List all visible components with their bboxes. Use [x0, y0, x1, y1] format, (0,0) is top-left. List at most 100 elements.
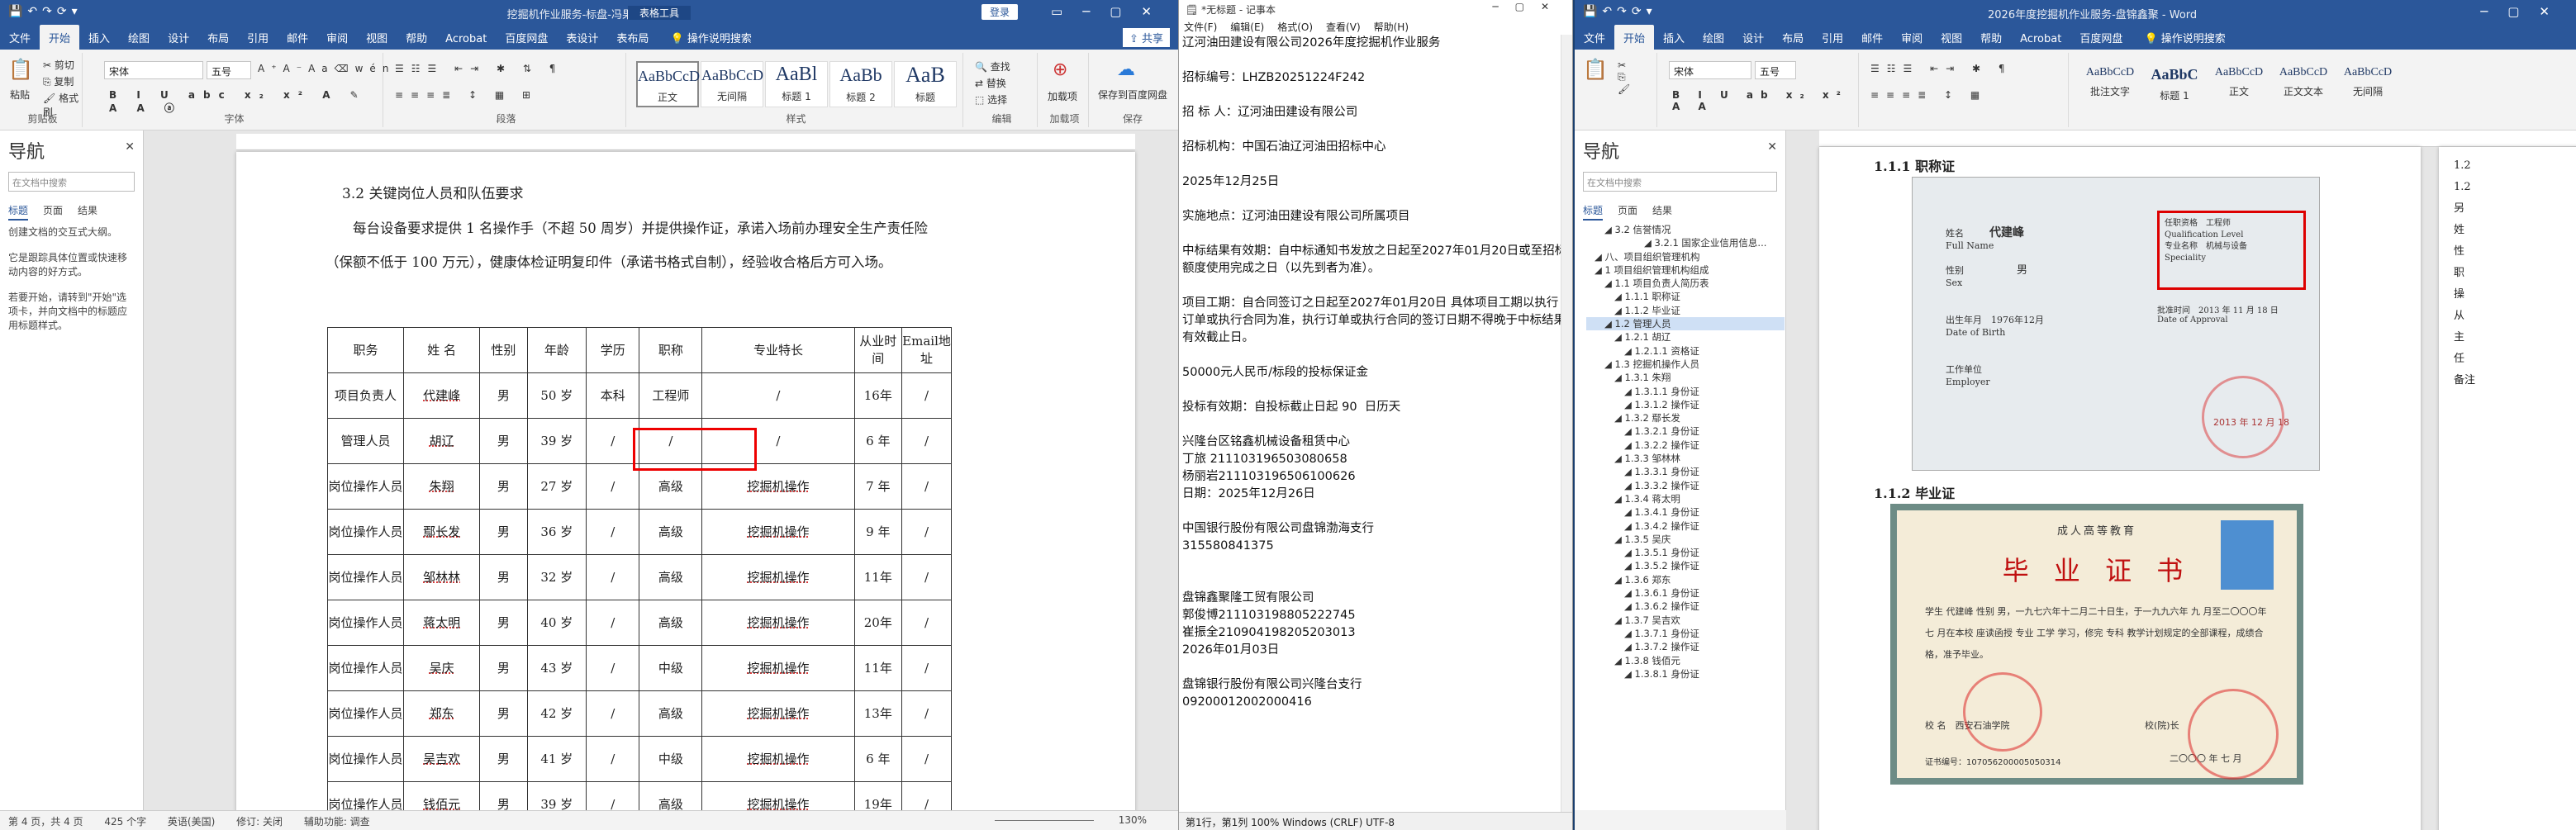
table-cell[interactable]: 高级: [639, 509, 703, 555]
table-cell[interactable]: 男: [479, 554, 528, 600]
table-cell[interactable]: 男: [479, 463, 528, 510]
tree-item[interactable]: ◢ 1.3.2.2 操作证: [1586, 439, 1785, 452]
tree-item[interactable]: ◢ 1.3.8 钱佰元: [1586, 654, 1785, 667]
table-cell[interactable]: 蒋太明: [403, 600, 481, 646]
menu-help[interactable]: 帮助(H): [1374, 21, 1409, 33]
table-cell[interactable]: 高级: [639, 554, 703, 600]
table-cell[interactable]: 郑东: [403, 690, 481, 737]
table-cell[interactable]: 11年: [853, 554, 903, 600]
tab2-baidu[interactable]: 百度网盘: [2070, 25, 2132, 50]
notepad-window-controls[interactable]: ─▢✕: [1492, 1, 1566, 12]
table-cell[interactable]: /: [585, 690, 640, 737]
tree-item[interactable]: ◢ 1.2.1 胡辽: [1586, 330, 1785, 344]
font-size-select-2[interactable]: 五号: [1755, 61, 1796, 79]
table-cell[interactable]: 男: [479, 645, 528, 691]
table-cell[interactable]: 鄢长发: [403, 509, 481, 555]
tab-draw[interactable]: 绘图: [119, 25, 159, 50]
font-name-select[interactable]: 宋体: [104, 61, 203, 79]
table-cell[interactable]: 管理人员: [326, 418, 405, 464]
tree-item[interactable]: ◢ 1.3.3.1 身份证: [1586, 465, 1785, 478]
table-cell[interactable]: 项目负责人: [326, 372, 405, 419]
status-accessibility[interactable]: 辅助功能: 调查: [304, 816, 370, 828]
status-zoom[interactable]: 130%: [1119, 814, 1147, 826]
status-page[interactable]: 第 4 页，共 4 页: [8, 816, 83, 828]
tree-item[interactable]: ◢ 1.2.1.1 资格证: [1586, 344, 1785, 358]
tab2-design[interactable]: 设计: [1733, 25, 1773, 50]
status-track-changes[interactable]: 修订: 关闭: [236, 816, 283, 828]
table-cell[interactable]: /: [901, 736, 952, 782]
table-cell[interactable]: 挖掘机操作: [701, 645, 855, 691]
cloud-icon[interactable]: ☁: [1117, 59, 1135, 80]
tree-item[interactable]: ◢ 1.1 项目负责人简历表: [1586, 277, 1785, 290]
table-cell[interactable]: 朱翔: [403, 463, 481, 510]
table-cell[interactable]: 学历: [585, 327, 640, 373]
clipboard-buttons-2[interactable]: ✂ ⎘ 🖌: [1618, 59, 1632, 95]
window-controls-2[interactable]: ─▢✕: [2480, 4, 2569, 19]
table-cell[interactable]: 从业时间: [853, 327, 903, 373]
menu-edit[interactable]: 编辑(E): [1230, 21, 1264, 33]
tab2-references[interactable]: 引用: [1813, 25, 1852, 50]
tree-item[interactable]: ◢ 1.3.2.1 身份证: [1586, 424, 1785, 438]
tab-baidu[interactable]: 百度网盘: [496, 25, 557, 50]
table-cell[interactable]: 20年: [853, 600, 903, 646]
tree-item[interactable]: ◢ 1.3.4.1 身份证: [1586, 505, 1785, 519]
table-cell[interactable]: 42 岁: [526, 690, 587, 737]
table-cell[interactable]: 职务: [326, 327, 405, 373]
style-normal[interactable]: AaBbCcD 正文: [636, 61, 700, 107]
table-cell[interactable]: 代建峰: [403, 372, 481, 419]
table-cell[interactable]: 姓 名: [403, 327, 481, 373]
tab-references[interactable]: 引用: [238, 25, 278, 50]
tree-item[interactable]: ◢ 1.3.3 邹林林: [1586, 452, 1785, 465]
nav-tab-pages[interactable]: 页面: [43, 205, 63, 219]
paste-icon-2[interactable]: 📋: [1583, 58, 1608, 81]
tree-item[interactable]: ◢ 1.3.4.2 操作证: [1586, 519, 1785, 533]
table-cell[interactable]: 职称: [639, 327, 703, 373]
table-cell[interactable]: 年龄: [526, 327, 587, 373]
tree-item[interactable]: ◢ 1.3.7.2 操作证: [1586, 640, 1785, 653]
table-cell[interactable]: 工程师: [639, 372, 703, 419]
style2-comment[interactable]: AaBbCcD 批注文字: [2079, 61, 2141, 107]
tree-item[interactable]: ◢ 1.3.1.1 身份证: [1586, 385, 1785, 398]
document-page[interactable]: 3.2 关键岗位人员和队伍要求 每台设备要求提供 1 名操作手（不超 50 周岁…: [236, 152, 1135, 828]
nav2-tab-headings[interactable]: 标题: [1583, 205, 1604, 221]
tab2-home[interactable]: 开始: [1614, 25, 1655, 50]
table-cell[interactable]: 40 岁: [526, 600, 587, 646]
nav2-tab-results[interactable]: 结果: [1652, 205, 1672, 219]
tree-item[interactable]: ◢ 1.3.6 郑东: [1586, 573, 1785, 586]
tab-mailings[interactable]: 邮件: [278, 25, 317, 50]
table-cell[interactable]: 50 岁: [526, 372, 587, 419]
tree-item[interactable]: ◢ 1.2 管理人员: [1586, 317, 1785, 331]
replace-button[interactable]: ⇄ 替换: [975, 76, 1006, 90]
table-cell[interactable]: /: [585, 509, 640, 555]
table-cell[interactable]: 13年: [853, 690, 903, 737]
tree-item[interactable]: ◢ 1.3.3.2 操作证: [1586, 479, 1785, 492]
style-no-spacing[interactable]: AaBbCcD 无间隔: [701, 61, 763, 107]
document-area-2[interactable]: 1.1.1 职称证 姓名 代建峰 Full Name 性别男 Sex 出生年月 …: [1786, 130, 2576, 830]
tree-item[interactable]: ◢ 1.3.4 蒋太明: [1586, 492, 1785, 505]
table-cell[interactable]: /: [901, 509, 952, 555]
table-cell[interactable]: 男: [479, 418, 528, 464]
tab-table-design[interactable]: 表设计: [557, 25, 607, 50]
share-button[interactable]: ⇪ 共享: [1122, 28, 1170, 47]
table-cell[interactable]: 岗位操作人员: [326, 690, 405, 737]
list-buttons-2[interactable]: ☰☷☰ ⇤⇥ ✱ ¶: [1870, 63, 2013, 74]
table-cell[interactable]: 男: [479, 690, 528, 737]
menu-format[interactable]: 格式(O): [1277, 21, 1313, 33]
document-page-2[interactable]: 1.1.1 职称证 姓名 代建峰 Full Name 性别男 Sex 出生年月 …: [1819, 147, 2421, 830]
tab-layout[interactable]: 布局: [198, 25, 238, 50]
tree-item[interactable]: ◢ 八、项目组织管理机构: [1586, 250, 1785, 263]
tab-design[interactable]: 设计: [159, 25, 198, 50]
zoom-slider[interactable]: [995, 820, 1094, 821]
table-cell[interactable]: 16年: [853, 372, 903, 419]
signin-button[interactable]: 登录: [981, 4, 1019, 20]
tree-item[interactable]: ◢ 1.3.8.1 身份证: [1586, 667, 1785, 681]
tree-item[interactable]: ◢ 3.2.1 国家企业信用信息...: [1586, 236, 1785, 249]
tab2-layout[interactable]: 布局: [1773, 25, 1813, 50]
table-cell[interactable]: 胡辽: [403, 418, 481, 464]
tab2-review[interactable]: 审阅: [1892, 25, 1932, 50]
table-cell[interactable]: /: [585, 645, 640, 691]
window-controls[interactable]: ▭─▢✕: [1051, 4, 1172, 19]
table-cell[interactable]: 男: [479, 372, 528, 419]
table-cell[interactable]: 11年: [853, 645, 903, 691]
style-title[interactable]: AaB 标题: [894, 61, 957, 107]
